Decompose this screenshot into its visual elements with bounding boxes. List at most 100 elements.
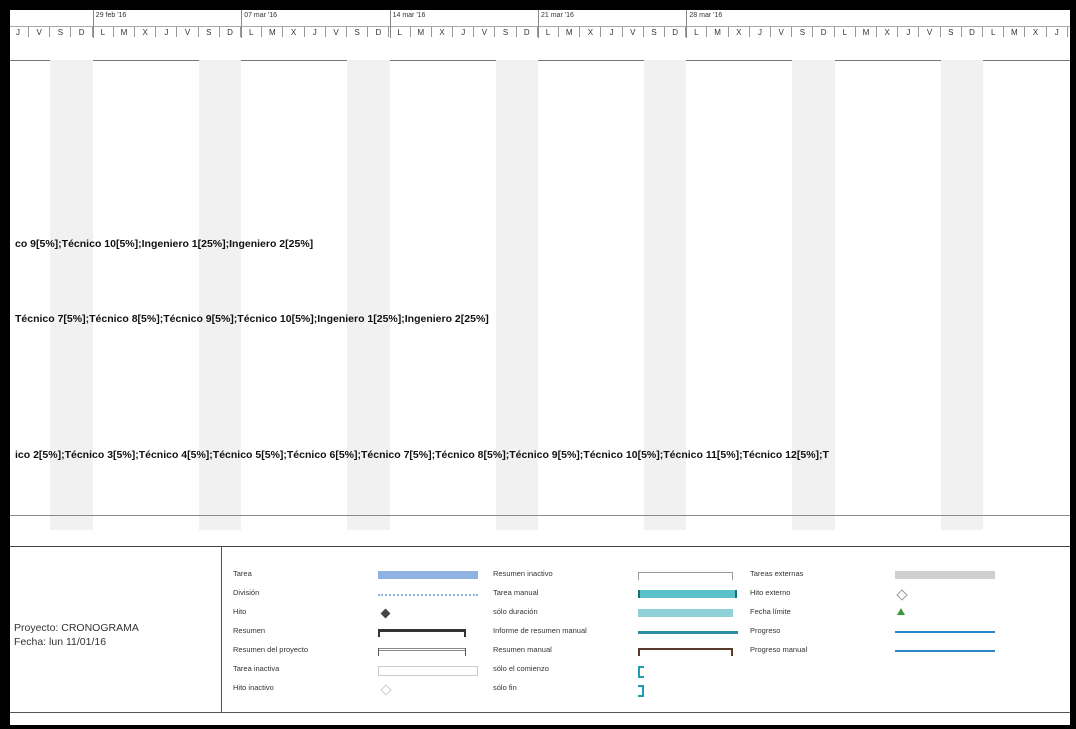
legend-item-label: Resumen [233, 626, 266, 635]
timescale-week-label: 28 mar '16 [689, 12, 723, 19]
timescale-day: J [758, 28, 762, 37]
project-summary-bar-icon [378, 645, 488, 659]
timescale-day: S [948, 28, 954, 37]
timescale-day: M [120, 28, 128, 37]
timescale-day: D [523, 28, 530, 37]
legend-item-label: sólo duración [493, 607, 538, 616]
timescale-day: D [672, 28, 679, 37]
timescale: JVSDLMXJVSDLMXJVSDLMXJVSDLMXJVSDLMXJVSDL… [10, 10, 1070, 61]
legend-item-label: Informe de resumen manual [493, 626, 587, 635]
inactive-task-bar-icon [378, 664, 488, 678]
duration-only-bar-icon [638, 607, 748, 621]
timescale-day: S [206, 28, 212, 37]
timescale-day: L [545, 28, 551, 37]
week-separator [686, 10, 688, 38]
legend-item-label: Tarea inactiva [233, 664, 280, 673]
timescale-week-label: 07 mar '16 [244, 12, 278, 19]
timescale-day: D [969, 28, 975, 37]
legend-item-label: Hito inactivo [233, 683, 274, 692]
timescale-day: V [778, 28, 784, 37]
timescale-day: M [269, 28, 276, 37]
chart-divider [10, 515, 1070, 516]
manual-progress-line-icon [895, 645, 1005, 659]
task-bar-icon [378, 569, 488, 583]
week-separator [389, 10, 391, 38]
timescale-day: V [184, 28, 191, 37]
legend: Proyecto: CRONOGRAMA Fecha: lun 11/01/16… [10, 547, 1070, 712]
timescale-day: J [609, 28, 614, 37]
timescale-day: L [397, 28, 402, 37]
timescale-day: X [736, 28, 742, 37]
resource-label-2: Técnico 7[5%];Técnico 8[5%];Técnico 9[5%… [15, 313, 489, 325]
timescale-day: V [926, 28, 933, 37]
timescale-day: J [906, 28, 911, 37]
timescale-day: L [842, 28, 848, 37]
week-separator [92, 10, 94, 38]
timescale-day: X [439, 28, 445, 37]
manual-task-bar-icon [638, 588, 748, 602]
timescale-day: S [502, 28, 509, 37]
timescale-day: X [884, 28, 890, 37]
manual-summary-rollup-icon [638, 626, 748, 640]
inactive-milestone-icon [378, 683, 488, 697]
timescale-day: J [1054, 28, 1059, 37]
timescale-day: X [142, 28, 148, 37]
timescale-day: J [16, 28, 20, 37]
external-task-bar-icon [895, 569, 1005, 583]
timescale-day: L [100, 28, 106, 37]
timescale-day: S [799, 28, 806, 37]
progress-line-icon [895, 626, 1005, 640]
week-separator [241, 10, 243, 38]
timescale-day: X [1032, 28, 1039, 37]
timescale-day: S [651, 28, 657, 37]
legend-item-label: Tarea manual [493, 588, 539, 597]
timescale-day: L [248, 28, 254, 37]
inactive-summary-bar-icon [638, 569, 748, 583]
timescale-day: M [565, 28, 573, 37]
timescale-day: M [417, 28, 425, 37]
project-date: Fecha: lun 11/01/16 [14, 636, 107, 648]
finish-only-bracket-icon [638, 683, 748, 697]
timescale-day: X [587, 28, 594, 37]
legend-item-label: sólo fin [493, 683, 517, 692]
legend-item-label: Hito externo [750, 588, 791, 597]
timescale-day: D [820, 28, 827, 37]
legend-item-label: Tareas externas [750, 569, 804, 578]
timescale-day: M [1011, 28, 1018, 37]
timescale-day: S [57, 28, 64, 37]
resource-label-3: ico 2[5%];Técnico 3[5%];Técnico 4[5%];Té… [15, 449, 829, 461]
timescale-day: M [862, 28, 870, 37]
timescale-day: V [481, 28, 488, 37]
project-name: Proyecto: CRONOGRAMA [14, 622, 139, 634]
timescale-day: V [1068, 28, 1070, 37]
gantt-print-preview: JVSDLMXJVSDLMXJVSDLMXJVSDLMXJVSDLMXJVSDL… [10, 10, 1070, 725]
legend-item-label: Tarea [233, 569, 252, 578]
timescale-day: D [78, 28, 85, 37]
legend-bottom-border [10, 712, 1070, 713]
resource-label-1: co 9[5%];Técnico 10[5%];Ingeniero 1[25%]… [15, 238, 314, 250]
manual-summary-bar-icon [638, 645, 748, 659]
timescale-day: X [290, 28, 297, 37]
timescale-day: J [312, 28, 317, 37]
weekend-shading [940, 60, 984, 530]
timescale-day: M [714, 28, 721, 37]
legend-item-label: Progreso manual [750, 645, 808, 654]
timescale-day: D [375, 28, 382, 37]
timescale-day: J [461, 28, 466, 37]
split-line-icon [378, 588, 488, 602]
legend-separator [221, 547, 222, 712]
timescale-day: V [630, 28, 636, 37]
legend-item-label: Resumen inactivo [493, 569, 553, 578]
summary-bar-icon [378, 626, 488, 640]
timescale-week-label: 21 mar '16 [541, 12, 574, 19]
timescale-day: S [354, 28, 360, 37]
milestone-diamond-icon [378, 607, 488, 621]
gantt-chart-area: co 9[5%];Técnico 10[5%];Ingeniero 1[25%]… [10, 60, 1070, 530]
timescale-day: V [36, 28, 42, 37]
legend-item-label: sólo el comienzo [493, 664, 549, 673]
timescale-day: L [990, 28, 996, 37]
timescale-day: V [333, 28, 339, 37]
timescale-day: J [164, 28, 169, 37]
timescale-week-label: 14 mar '16 [392, 12, 426, 19]
external-milestone-icon [895, 588, 1005, 602]
